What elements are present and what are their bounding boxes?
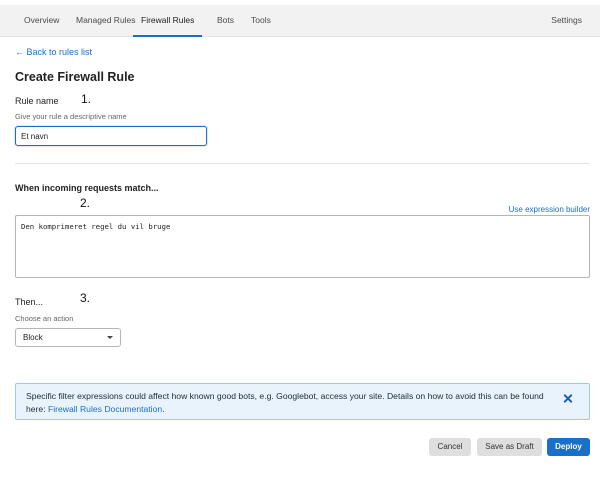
firewall-docs-link[interactable]: Firewall Rules Documentation [48, 404, 162, 414]
close-icon[interactable] [562, 393, 574, 405]
expression-textarea[interactable]: Den komprimeret regel du vil bruge [15, 215, 590, 278]
rule-name-label: Rule name [15, 96, 59, 106]
page-title: Create Firewall Rule [15, 70, 135, 84]
tab-overview[interactable]: Overview [24, 5, 59, 37]
section-divider [15, 163, 590, 164]
notice-text: Specific filter expressions could affect… [26, 390, 556, 416]
action-hint: Choose an action [15, 314, 74, 323]
top-navigation: Overview Managed Rules Firewall Rules Bo… [0, 5, 600, 37]
save-draft-button[interactable]: Save as Draft [477, 438, 542, 456]
tab-managed-rules[interactable]: Managed Rules [76, 5, 136, 37]
bot-warning-notice: Specific filter expressions could affect… [15, 383, 590, 420]
action-select[interactable]: Block [15, 328, 121, 347]
deploy-button[interactable]: Deploy [547, 438, 590, 456]
step-number-1: 1. [81, 92, 92, 106]
step-number-3: 3. [80, 291, 91, 305]
rule-name-hint: Give your rule a descriptive name [15, 112, 127, 121]
notice-suffix: . [162, 404, 165, 414]
tab-settings[interactable]: Settings [551, 5, 582, 37]
step-number-2: 2. [80, 196, 91, 210]
tab-bots[interactable]: Bots [217, 5, 234, 37]
use-expression-builder-link[interactable]: Use expression builder [509, 205, 590, 214]
then-label: Then... [15, 297, 44, 307]
tab-firewall-rules[interactable]: Firewall Rules [133, 5, 203, 37]
chevron-down-icon [107, 336, 113, 339]
action-select-value: Block [23, 333, 43, 342]
match-label: When incoming requests match... [15, 183, 159, 193]
cancel-button[interactable]: Cancel [429, 438, 471, 456]
back-to-rules-link[interactable]: ← Back to rules list [15, 47, 92, 57]
rule-name-input[interactable] [15, 126, 207, 146]
tab-tools[interactable]: Tools [251, 5, 271, 37]
